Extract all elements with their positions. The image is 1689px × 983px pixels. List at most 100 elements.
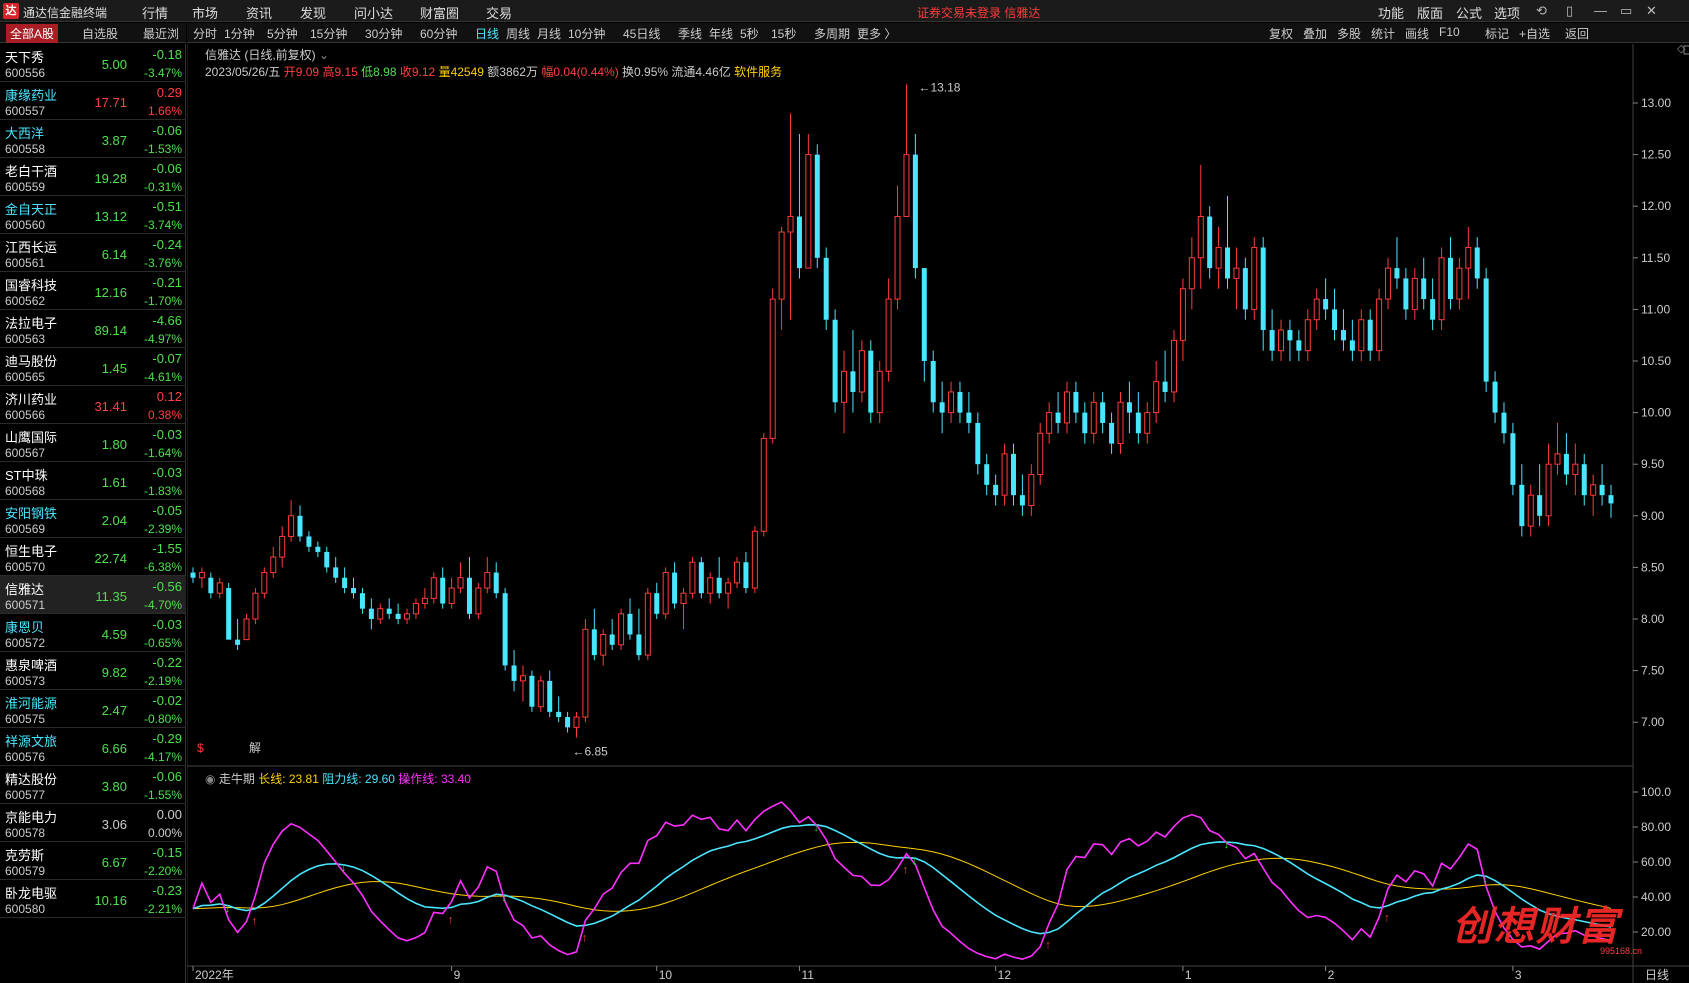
stock-row[interactable]: 信雅达 600571 11.35 -0.56 -4.70% <box>0 576 186 614</box>
menu-market[interactable]: 市场 <box>192 3 218 22</box>
period-年线[interactable]: 年线 <box>709 25 733 42</box>
stock-row[interactable]: ST中珠 600568 1.61 -0.03 -1.83% <box>0 462 186 500</box>
menu-options[interactable]: 选项 <box>1494 3 1520 22</box>
menu-trade[interactable]: 交易 <box>486 3 512 22</box>
stock-row[interactable]: 济川药业 600566 31.41 0.12 0.38% <box>0 386 186 424</box>
tool-F10[interactable]: F10 <box>1439 25 1460 39</box>
tool-标记[interactable]: 标记 <box>1485 25 1509 42</box>
candle-body-down <box>226 588 232 640</box>
stock-price: 1.61 <box>101 475 127 490</box>
stock-price: 13.12 <box>94 209 127 224</box>
candle-body-down <box>984 464 990 485</box>
stock-price: 9.82 <box>101 665 127 680</box>
stock-pct: -4.97% <box>143 332 182 346</box>
tool-画线[interactable]: 画线 <box>1405 25 1429 42</box>
stock-row[interactable]: 江西长运 600561 6.14 -0.24 -3.76% <box>0 234 186 272</box>
indicator-name[interactable]: 走牛期 <box>219 772 255 786</box>
tool-返回[interactable]: 返回 <box>1565 25 1589 42</box>
menu-quotes[interactable]: 行情 <box>142 3 168 22</box>
period-更多 〉[interactable]: 更多 〉 <box>857 25 896 42</box>
period-周线[interactable]: 周线 <box>506 25 530 42</box>
period-日线[interactable]: 日线 <box>475 25 499 42</box>
maximize-icon[interactable]: ▭ <box>1620 3 1632 19</box>
stock-row[interactable]: 祥源文旅 600576 6.66 -0.29 -4.17% <box>0 728 186 766</box>
quote-volume: 量42549 <box>438 65 484 79</box>
period-5秒[interactable]: 5秒 <box>740 25 759 42</box>
phone-icon[interactable]: ▯ <box>1566 3 1573 19</box>
menu-layout[interactable]: 版面 <box>1417 3 1443 22</box>
refresh-icon[interactable]: ⟲ <box>1536 3 1547 19</box>
chevron-down-icon[interactable]: ⌄ <box>319 48 329 62</box>
stock-row[interactable]: 大西洋 600558 3.87 -0.06 -1.53% <box>0 120 186 158</box>
menu-wealth[interactable]: 财富圈 <box>420 3 459 22</box>
menu-discover[interactable]: 发现 <box>300 3 326 22</box>
period-15秒[interactable]: 15秒 <box>771 25 796 42</box>
candle-body-up <box>243 618 250 641</box>
stock-row[interactable]: 迪马股份 600565 1.45 -0.07 -4.61% <box>0 348 186 386</box>
stock-row[interactable]: 恒生电子 600570 22.74 -1.55 -6.38% <box>0 538 186 576</box>
period-月线[interactable]: 月线 <box>537 25 561 42</box>
period-45日线[interactable]: 45日线 <box>623 25 660 42</box>
stock-row[interactable]: 法拉电子 600563 89.14 -4.66 -4.97% <box>0 310 186 348</box>
stock-price: 89.14 <box>94 323 127 338</box>
candle-body-up <box>1171 339 1178 393</box>
period-10分钟[interactable]: 10分钟 <box>568 25 605 42</box>
menu-news[interactable]: 资讯 <box>246 3 272 22</box>
stock-row[interactable]: 京能电力 600578 3.06 0.00 0.00% <box>0 804 186 842</box>
tool-复权[interactable]: 复权 <box>1269 25 1293 42</box>
kline-chart[interactable]: 13.00 12.50 12.00 11.50 11.00 10.50 10.00 9.50 9… <box>187 44 1689 983</box>
ind-tick-label: 40.00 <box>1641 890 1671 904</box>
tab-all-a[interactable]: 全部A股 <box>6 24 59 43</box>
stock-pct: -1.53% <box>143 142 182 156</box>
tab-watchlist[interactable]: 自选股 <box>82 25 118 42</box>
tool-叠加[interactable]: 叠加 <box>1303 25 1327 42</box>
close-icon[interactable]: ✕ <box>1646 3 1657 19</box>
sell-arrow-icon: ↓ <box>911 853 917 867</box>
stock-row[interactable]: 康缘药业 600557 17.71 0.29 1.66% <box>0 82 186 120</box>
app-title: 通达信金融终端 <box>23 6 108 20</box>
stock-row[interactable]: 国睿科技 600562 12.16 -0.21 -1.70% <box>0 272 186 310</box>
candle-body-up <box>1545 463 1552 517</box>
quote-sector[interactable]: 软件服务 <box>734 65 782 79</box>
tool-统计[interactable]: 统计 <box>1371 25 1395 42</box>
stock-name: 金自天正 <box>5 202 58 217</box>
stock-row[interactable]: 老白干酒 600559 19.28 -0.06 -0.31% <box>0 158 186 196</box>
minimize-icon[interactable]: — <box>1594 3 1607 18</box>
stock-row[interactable]: 精达股份 600577 3.80 -0.06 -1.55% <box>0 766 186 804</box>
period-15分钟[interactable]: 15分钟 <box>310 25 347 42</box>
candle-body-up <box>805 154 812 269</box>
tool-多股[interactable]: 多股 <box>1337 25 1361 42</box>
stock-row[interactable]: 金自天正 600560 13.12 -0.51 -3.74% <box>0 196 186 234</box>
period-分时[interactable]: 分时 <box>193 25 217 42</box>
menu-ask[interactable]: 问小达 <box>354 3 393 22</box>
stock-row[interactable]: 淮河能源 600575 2.47 -0.02 -0.80% <box>0 690 186 728</box>
period-1分钟[interactable]: 1分钟 <box>224 25 255 42</box>
stock-row[interactable]: 山鹰国际 600567 1.80 -0.03 -1.64% <box>0 424 186 462</box>
candle-body-down <box>716 577 722 594</box>
candle-body-down <box>1501 412 1507 434</box>
time-tick-label: 9 <box>454 968 461 982</box>
period-多周期[interactable]: 多周期 <box>814 25 850 42</box>
candle-body-down <box>1269 330 1275 351</box>
stock-row[interactable]: 天下秀 600556 5.00 -0.18 -3.47% <box>0 44 186 82</box>
time-tick-label: 10 <box>659 968 673 982</box>
stock-row[interactable]: 卧龙电驱 600580 10.16 -0.23 -2.21% <box>0 880 186 918</box>
indicator-header: ◉ 走牛期 长线: 23.81 阻力线: 29.60 操作线: 33.40 <box>205 770 471 787</box>
period-季线[interactable]: 季线 <box>678 25 702 42</box>
login-notice[interactable]: 证券交易未登录 信雅达 <box>917 4 1040 21</box>
period-5分钟[interactable]: 5分钟 <box>267 25 298 42</box>
period-30分钟[interactable]: 30分钟 <box>365 25 402 42</box>
stock-row[interactable]: 康恩贝 600572 4.59 -0.03 -0.65% <box>0 614 186 652</box>
stock-row[interactable]: 安阳钢铁 600569 2.04 -0.05 -2.39% <box>0 500 186 538</box>
stock-row[interactable]: 克劳斯 600579 6.67 -0.15 -2.20% <box>0 842 186 880</box>
period-60分钟[interactable]: 60分钟 <box>420 25 457 42</box>
menu-formula[interactable]: 公式 <box>1456 3 1482 22</box>
menu-function[interactable]: 功能 <box>1378 3 1404 22</box>
candle-body-up <box>573 716 580 728</box>
tool-+自选[interactable]: +自选 <box>1519 25 1550 42</box>
candle-body-down <box>912 154 918 269</box>
indicator-toggle-icon[interactable]: ◉ <box>205 772 215 786</box>
time-tick-label: 2022年 <box>195 968 234 982</box>
stock-row[interactable]: 惠泉啤酒 600573 9.82 -0.22 -2.19% <box>0 652 186 690</box>
stock-pct: -0.31% <box>143 180 182 194</box>
